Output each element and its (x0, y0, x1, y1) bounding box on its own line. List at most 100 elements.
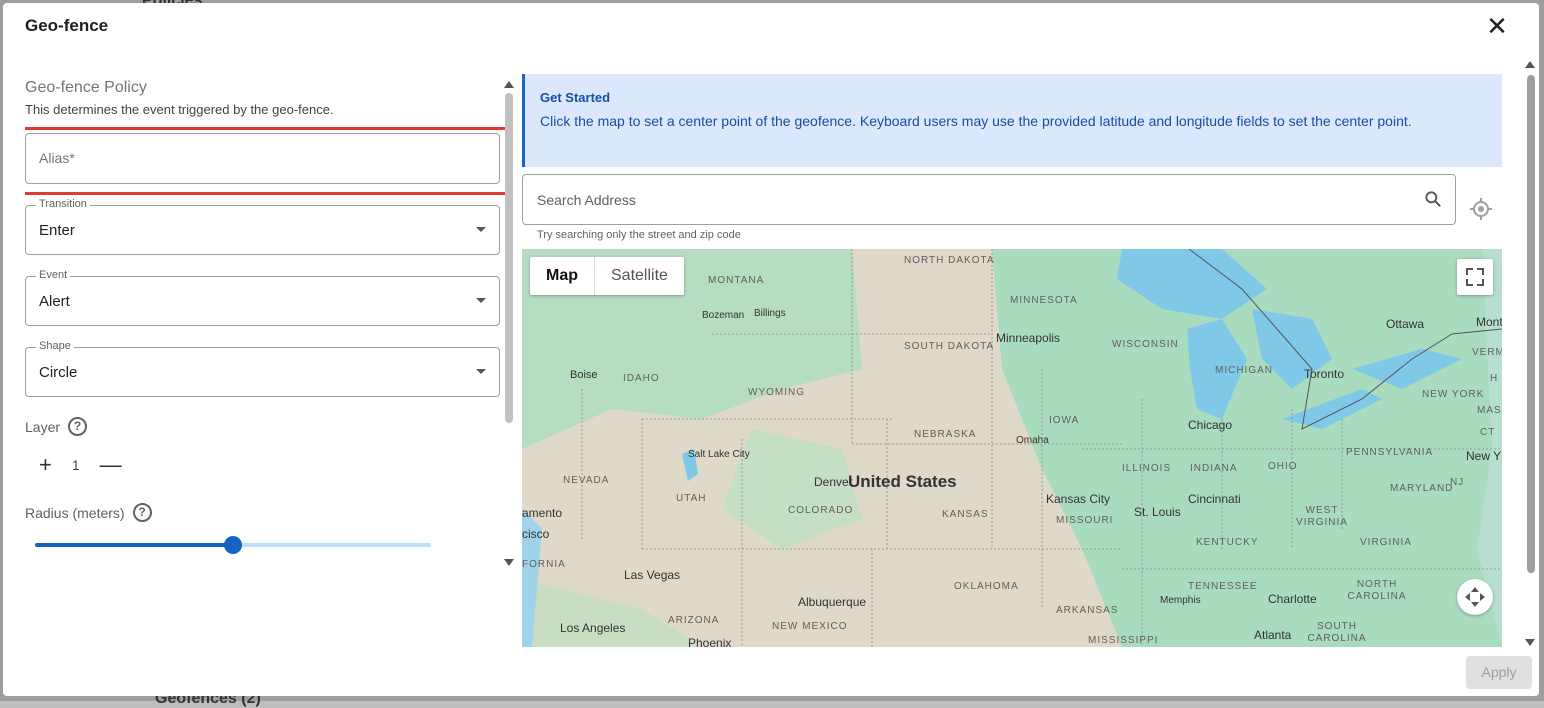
state-label: WYOMING (748, 387, 805, 398)
pan-arrows-icon (1465, 587, 1485, 607)
city-label: Boise (570, 369, 598, 381)
state-label: NEW YORK (1422, 389, 1485, 400)
address-search-field[interactable] (522, 174, 1456, 225)
search-hint: Try searching only the street and zip co… (537, 229, 741, 241)
my-location-icon[interactable] (1469, 197, 1493, 221)
transition-label: Transition (36, 198, 90, 210)
radius-row: Radius (meters) ? (25, 503, 152, 522)
map-canvas[interactable]: Map Satellite NORTH DAKOTA MONTANA MINNE… (522, 249, 1502, 647)
map-tab[interactable]: Map (530, 257, 594, 295)
help-icon[interactable]: ? (68, 417, 88, 436)
city-label: Cincinnati (1188, 492, 1241, 506)
state-label: MICHIGAN (1215, 365, 1273, 376)
alias-highlight-box (25, 127, 505, 195)
city-label: Mont (1476, 315, 1502, 329)
fullscreen-icon (1466, 268, 1484, 286)
state-label: NORTH DAKOTA (904, 255, 995, 266)
city-label: Los Angeles (560, 621, 626, 635)
policy-panel: Geo-fence Policy This determines the eve… (25, 75, 505, 575)
state-label: SOUTH DAKOTA (904, 341, 995, 352)
shape-label: Shape (36, 340, 74, 352)
apply-button[interactable]: Apply (1466, 656, 1532, 689)
state-label: NEW MEXICO (772, 621, 848, 632)
city-label: Albuquerque (798, 595, 867, 609)
city-label: Salt Lake City (688, 449, 750, 460)
city-label: Las Vegas (624, 568, 681, 582)
state-label: UTAH (676, 493, 707, 504)
close-icon[interactable]: ✕ (1483, 13, 1511, 41)
dropdown-caret-icon (476, 298, 486, 303)
state-label: IOWA (1049, 415, 1080, 426)
fullscreen-button[interactable] (1457, 259, 1493, 295)
state-label: NEVADA (563, 475, 610, 486)
map-type-control: Map Satellite (530, 257, 684, 295)
city-label: amento (522, 506, 563, 520)
radius-label: Radius (meters) (25, 504, 125, 521)
section-title: Geo-fence Policy (25, 79, 147, 96)
scroll-down-icon[interactable] (1525, 639, 1535, 646)
radius-slider[interactable] (35, 536, 431, 554)
layer-value: 1 (71, 457, 80, 473)
country-label: United States (848, 472, 957, 491)
city-label: Atlanta (1254, 628, 1292, 642)
state-label: VERMO (1472, 347, 1502, 358)
state-label: WISCONSIN (1112, 339, 1179, 350)
geofence-dialog: Geo-fence ✕ Geo-fence Policy This determ… (3, 3, 1539, 696)
state-label: NORTH CAROLINA (1347, 579, 1407, 602)
city-label: Charlotte (1268, 592, 1317, 606)
state-label: MASSA (1477, 405, 1502, 416)
event-select[interactable]: Event Alert (25, 269, 500, 326)
state-label: PENNSYLVANIA (1346, 447, 1434, 458)
scrollbar-thumb[interactable] (505, 93, 513, 423)
state-label: OKLAHOMA (954, 581, 1019, 592)
state-label: COLORADO (788, 505, 854, 516)
scroll-up-icon[interactable] (1525, 61, 1535, 68)
layer-decrement-button[interactable]: — (100, 454, 122, 476)
help-icon[interactable]: ? (132, 503, 152, 522)
city-label: Memphis (1160, 595, 1201, 606)
layer-increment-button[interactable]: + (39, 454, 52, 476)
city-label: Ottawa (1386, 317, 1425, 331)
city-label: cisco (522, 527, 550, 541)
pan-control-button[interactable] (1457, 579, 1493, 615)
search-icon[interactable] (1423, 189, 1443, 209)
state-label: ARIZONA (668, 615, 720, 626)
state-label: NJ (1450, 477, 1465, 488)
state-label: OHIO (1268, 461, 1298, 472)
state-label: MONTANA (708, 275, 765, 286)
state-label: SOUTH CAROLINA (1307, 621, 1367, 644)
city-label: Omaha (1016, 435, 1049, 446)
event-label: Event (36, 269, 71, 281)
city-label: New Y (1466, 449, 1502, 463)
section-description: This determines the event triggered by t… (25, 102, 334, 117)
event-value: Alert (39, 293, 70, 310)
dropdown-caret-icon (476, 369, 486, 374)
dialog-scrollbar[interactable] (1525, 61, 1537, 651)
transition-select[interactable]: Transition Enter (25, 198, 500, 255)
city-label: Bozeman (702, 310, 745, 321)
state-label: KANSAS (942, 509, 989, 520)
city-label: Minneapolis (996, 331, 1061, 345)
scroll-down-icon[interactable] (504, 559, 514, 566)
dropdown-caret-icon (476, 227, 486, 232)
state-label: NEBRASKA (914, 429, 977, 440)
layer-stepper: + 1 — (39, 454, 122, 476)
slider-thumb[interactable] (224, 536, 242, 554)
state-label: MARYLAND (1390, 483, 1454, 494)
scroll-up-icon[interactable] (504, 81, 514, 88)
city-label: Toronto (1304, 367, 1345, 381)
dialog-title: Geo-fence (25, 16, 109, 35)
state-label: INDIANA (1190, 463, 1238, 474)
scrollbar-thumb[interactable] (1527, 75, 1535, 573)
address-search-input[interactable] (537, 192, 1397, 208)
transition-value: Enter (39, 222, 75, 239)
shape-value: Circle (39, 364, 78, 381)
shape-select[interactable]: Shape Circle (25, 340, 500, 397)
city-label: St. Louis (1134, 505, 1181, 519)
state-label: ARKANSAS (1056, 605, 1119, 616)
layer-label: Layer (25, 418, 61, 435)
left-scrollbar[interactable] (504, 81, 516, 571)
satellite-tab[interactable]: Satellite (594, 257, 684, 295)
state-label: ILLINOIS (1122, 463, 1172, 474)
state-label: IDAHO (623, 373, 660, 384)
